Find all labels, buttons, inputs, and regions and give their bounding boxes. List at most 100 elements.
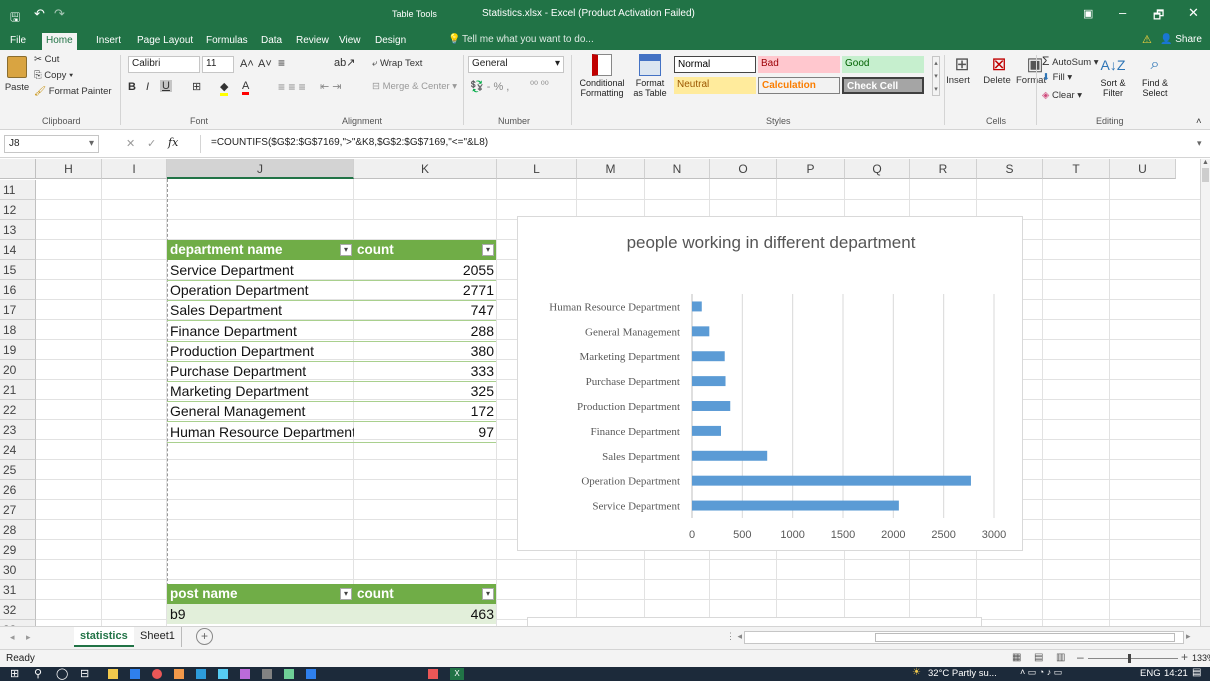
horizontal-scroll-thumb[interactable] xyxy=(875,633,1175,642)
indent-icon[interactable]: ⇤ ⇥ xyxy=(320,80,342,93)
filter-dropdown-icon[interactable]: ▾ xyxy=(482,244,494,256)
row-header[interactable]: 14 xyxy=(0,240,36,260)
column-header-r[interactable]: R xyxy=(910,159,977,179)
search-icon[interactable]: ⚲ xyxy=(34,667,42,680)
table-cell-name[interactable]: Finance Department xyxy=(170,321,354,341)
tray-icons[interactable]: ˄ ▭ ◔ ♪ ▭ xyxy=(1020,667,1062,678)
widgets-icon[interactable]: ⊟ xyxy=(80,667,89,680)
table-header-count[interactable]: count xyxy=(354,584,496,604)
table-cell-count[interactable]: 2771 xyxy=(354,280,494,300)
prev-sheet-icon[interactable]: ◂ xyxy=(10,632,15,643)
copy-button[interactable]: ⎘ Copy ▾ xyxy=(34,70,73,81)
tab-data[interactable]: Data xyxy=(257,33,286,50)
ribbon-display-icon[interactable]: ▣ xyxy=(1083,7,1093,20)
vscode-icon[interactable] xyxy=(196,669,206,679)
currency-icon[interactable]: 💱 - % , xyxy=(470,80,509,93)
bar-chart[interactable]: people working in different department 0 5… xyxy=(517,216,1023,551)
tab-file[interactable]: File xyxy=(6,33,30,50)
font-size-select[interactable]: 11 xyxy=(202,56,234,73)
table-cell-name[interactable]: Production Department xyxy=(170,341,354,361)
column-header-q[interactable]: Q xyxy=(845,159,910,179)
row-header[interactable]: 27 xyxy=(0,500,36,520)
delete-cells-button[interactable]: ⊠ Delete xyxy=(983,54,1014,86)
row-header[interactable]: 16 xyxy=(0,280,36,300)
app-icon[interactable] xyxy=(240,669,250,679)
find-select-button[interactable]: ⌕ Find & Select xyxy=(1136,54,1174,98)
align-top-icon[interactable]: ≡ xyxy=(278,56,285,70)
shrink-font-icon[interactable]: A˅ xyxy=(258,58,272,70)
tab-page-layout[interactable]: Page Layout xyxy=(133,33,197,50)
select-all-corner[interactable] xyxy=(0,159,36,179)
tab-home[interactable]: Home xyxy=(42,33,77,50)
zoom-out-icon[interactable]: – xyxy=(1077,650,1084,664)
autosum-button[interactable]: Σ AutoSum ▾ xyxy=(1042,54,1099,68)
wrap-text-button[interactable]: ⤶ Wrap Text xyxy=(372,58,422,69)
table-cell-name[interactable]: Human Resource Department xyxy=(170,422,354,442)
font-name-select[interactable]: Calibri xyxy=(128,56,200,73)
format-painter-button[interactable]: 🖌 Format Painter xyxy=(34,86,112,97)
row-header[interactable]: 15 xyxy=(0,260,36,280)
cut-button[interactable]: ✂ Cut xyxy=(34,54,59,65)
row-header[interactable]: 17 xyxy=(0,300,36,320)
table-cell-name[interactable]: General Management xyxy=(170,401,354,421)
expand-formula-icon[interactable]: ▾ xyxy=(1197,138,1202,149)
filter-dropdown-icon[interactable]: ▾ xyxy=(340,588,352,600)
table-cell-count[interactable]: 2055 xyxy=(354,260,494,280)
scroll-right-icon[interactable]: ▸ xyxy=(1186,631,1191,642)
table-cell-name[interactable]: Sales Department xyxy=(170,300,354,320)
column-header-l[interactable]: L xyxy=(497,159,577,179)
column-header-o[interactable]: O xyxy=(710,159,777,179)
style-normal[interactable]: Normal xyxy=(674,56,756,73)
table-cell-count[interactable]: 288 xyxy=(354,321,494,341)
name-box[interactable]: J8 ▾ xyxy=(4,135,99,153)
task-view-icon[interactable]: ◯ xyxy=(56,667,68,680)
row-header[interactable]: 23 xyxy=(0,420,36,440)
column-header-n[interactable]: N xyxy=(645,159,710,179)
table-cell-name[interactable]: Service Department xyxy=(170,260,354,280)
app-icon[interactable] xyxy=(174,669,184,679)
clear-button[interactable]: ◈ Clear ▾ xyxy=(1042,90,1082,101)
insert-function-icon[interactable]: fx xyxy=(168,136,178,149)
column-header-p[interactable]: P xyxy=(777,159,845,179)
restore-icon[interactable]: 🗗 xyxy=(1153,6,1164,27)
excel-taskbar-icon[interactable]: X xyxy=(450,668,464,680)
table-header-count[interactable]: count xyxy=(354,240,496,260)
app-icon[interactable] xyxy=(428,669,438,679)
sort-filter-button[interactable]: A↓Z Sort & Filter xyxy=(1094,54,1132,98)
app-icon[interactable] xyxy=(284,669,294,679)
table-cell-name[interactable]: Purchase Department xyxy=(170,361,354,381)
filter-dropdown-icon[interactable]: ▾ xyxy=(340,244,352,256)
row-header[interactable]: 26 xyxy=(0,480,36,500)
fill-color-icon[interactable]: ◆ xyxy=(220,80,229,96)
row-header[interactable]: 21 xyxy=(0,380,36,400)
notification-icon[interactable]: ▤ xyxy=(1192,667,1201,678)
table-cell-name[interactable]: Operation Department xyxy=(170,280,354,300)
zoom-level[interactable]: 133% xyxy=(1192,653,1210,663)
merge-center-button[interactable]: ⊟ Merge & Center ▾ xyxy=(372,81,457,92)
save-icon[interactable]: 🖫 xyxy=(10,8,20,29)
row-header[interactable]: 24 xyxy=(0,440,36,460)
row-header[interactable]: 13 xyxy=(0,220,36,240)
app-icon[interactable] xyxy=(306,669,316,679)
tell-me-input[interactable]: Tell me what you want to do... xyxy=(462,34,594,45)
row-header[interactable]: 22 xyxy=(0,400,36,420)
align-left-icon[interactable]: ≡ ≡ ≡ xyxy=(278,80,306,94)
language-indicator[interactable]: ENG xyxy=(1140,668,1161,679)
row-header[interactable]: 20 xyxy=(0,360,36,380)
border-icon[interactable]: ⊞ xyxy=(192,80,201,93)
file-explorer-icon[interactable] xyxy=(108,669,118,679)
table-cell-count[interactable]: 97 xyxy=(354,422,494,442)
tab-review[interactable]: Review xyxy=(292,33,333,50)
horizontal-scrollbar[interactable] xyxy=(744,631,1184,644)
formula-input[interactable]: =COUNTIFS($G$2:$G$7169,">"&K8,$G$2:$G$71… xyxy=(200,135,1190,153)
column-header-s[interactable]: S xyxy=(977,159,1043,179)
sheet-tab-statistics[interactable]: statistics xyxy=(74,627,134,647)
vertical-scrollbar[interactable]: ▲ xyxy=(1200,159,1210,626)
conditional-formatting-button[interactable]: Conditional Formatting xyxy=(576,54,628,98)
style-calculation[interactable]: Calculation xyxy=(758,77,840,94)
style-good[interactable]: Good xyxy=(842,56,924,73)
redo-icon[interactable]: ↷ xyxy=(54,6,65,22)
table-cell-count[interactable]: 333 xyxy=(354,361,494,381)
row-header[interactable]: 32 xyxy=(0,600,36,620)
styles-scroll-icon[interactable]: ▴ ▾ ▾ xyxy=(932,56,940,96)
